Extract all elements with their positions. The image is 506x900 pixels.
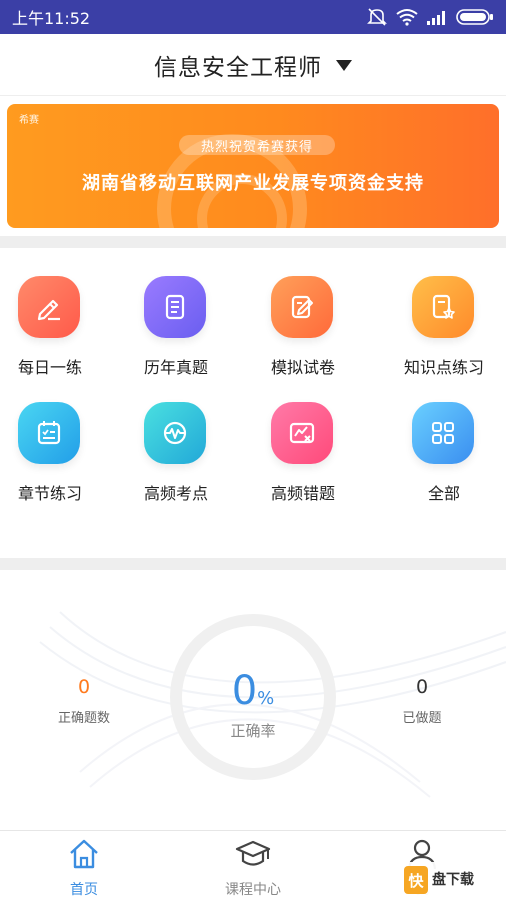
watermark-logo: 快 <box>404 866 428 894</box>
status-time: 上午11:52 <box>12 9 91 28</box>
status-icons <box>366 7 494 27</box>
status-bar: 上午11:52 <box>0 0 506 34</box>
battery-icon <box>456 9 493 25</box>
checklist-icon <box>18 402 80 464</box>
feature-past-exams[interactable]: 历年真题 <box>126 270 246 380</box>
document-icon <box>144 276 206 338</box>
section-divider <box>0 236 506 248</box>
done-count-label: 已做题 <box>402 711 442 726</box>
percent-sign: % <box>257 688 275 709</box>
section-divider <box>0 558 506 570</box>
done-count-value: 0 <box>415 676 429 698</box>
banner-headline: 湖南省移动互联网产业发展专项资金支持 <box>82 173 424 194</box>
feature-chapter-practice[interactable]: 章节练习 <box>0 396 120 506</box>
wifi-icon <box>396 9 418 26</box>
accuracy-rate-value: 0 <box>231 668 258 714</box>
tab-label: 课程中心 <box>225 882 281 898</box>
edit-paper-icon <box>271 276 333 338</box>
pulse-icon <box>144 402 206 464</box>
home-icon <box>70 839 98 869</box>
watermark-text: 盘下载 <box>432 872 474 888</box>
dropdown-triangle-icon[interactable] <box>336 60 352 71</box>
header[interactable]: 信息安全工程师 <box>0 34 506 96</box>
banner-brand: 希赛 <box>19 115 39 126</box>
pencil-icon <box>18 276 80 338</box>
graduation-cap-icon <box>235 840 271 866</box>
feature-hot-points[interactable]: 高频考点 <box>126 396 246 506</box>
correct-count-label: 正确题数 <box>57 711 110 726</box>
tab-course-center[interactable]: 课程中心 <box>169 831 337 900</box>
feature-hot-mistakes[interactable]: 高频错题 <box>253 396 373 506</box>
correct-count-value: 0 <box>77 676 91 698</box>
feature-label: 模拟试卷 <box>271 358 336 377</box>
feature-label: 高频错题 <box>271 484 336 503</box>
tab-home[interactable]: 首页 <box>0 831 168 900</box>
feature-knowledge-practice[interactable]: 知识点练习 <box>386 270 506 380</box>
grid-icon <box>412 402 474 464</box>
feature-label: 章节练习 <box>18 484 83 503</box>
mute-icon <box>367 8 387 26</box>
feature-mock-exam[interactable]: 模拟试卷 <box>253 270 373 380</box>
page-title: 信息安全工程师 <box>154 54 322 81</box>
correct-count-stat: 0 正确题数 <box>34 676 134 726</box>
stats-panel: 0% 正确率 0 正确题数 0 已做题 <box>0 572 506 830</box>
feature-all[interactable]: 全部 <box>386 396 506 506</box>
tab-label: 首页 <box>70 882 98 898</box>
promo-banner[interactable]: 希赛 热烈祝贺希赛获得 湖南省移动互联网产业发展专项资金支持 <box>7 104 499 228</box>
watermark: 快 盘下载 <box>404 862 504 898</box>
feature-label: 每日一练 <box>18 358 83 377</box>
done-count-stat: 0 已做题 <box>372 676 472 726</box>
feature-label: 全部 <box>428 484 461 503</box>
wrong-chart-icon <box>271 402 333 464</box>
banner-pill: 热烈祝贺希赛获得 <box>179 135 335 155</box>
feature-label: 历年真题 <box>144 358 209 377</box>
star-document-icon <box>412 276 474 338</box>
feature-daily-practice[interactable]: 每日一练 <box>0 270 120 380</box>
feature-label: 知识点练习 <box>404 358 485 377</box>
signal-icon <box>427 11 445 25</box>
feature-label: 高频考点 <box>144 484 209 503</box>
